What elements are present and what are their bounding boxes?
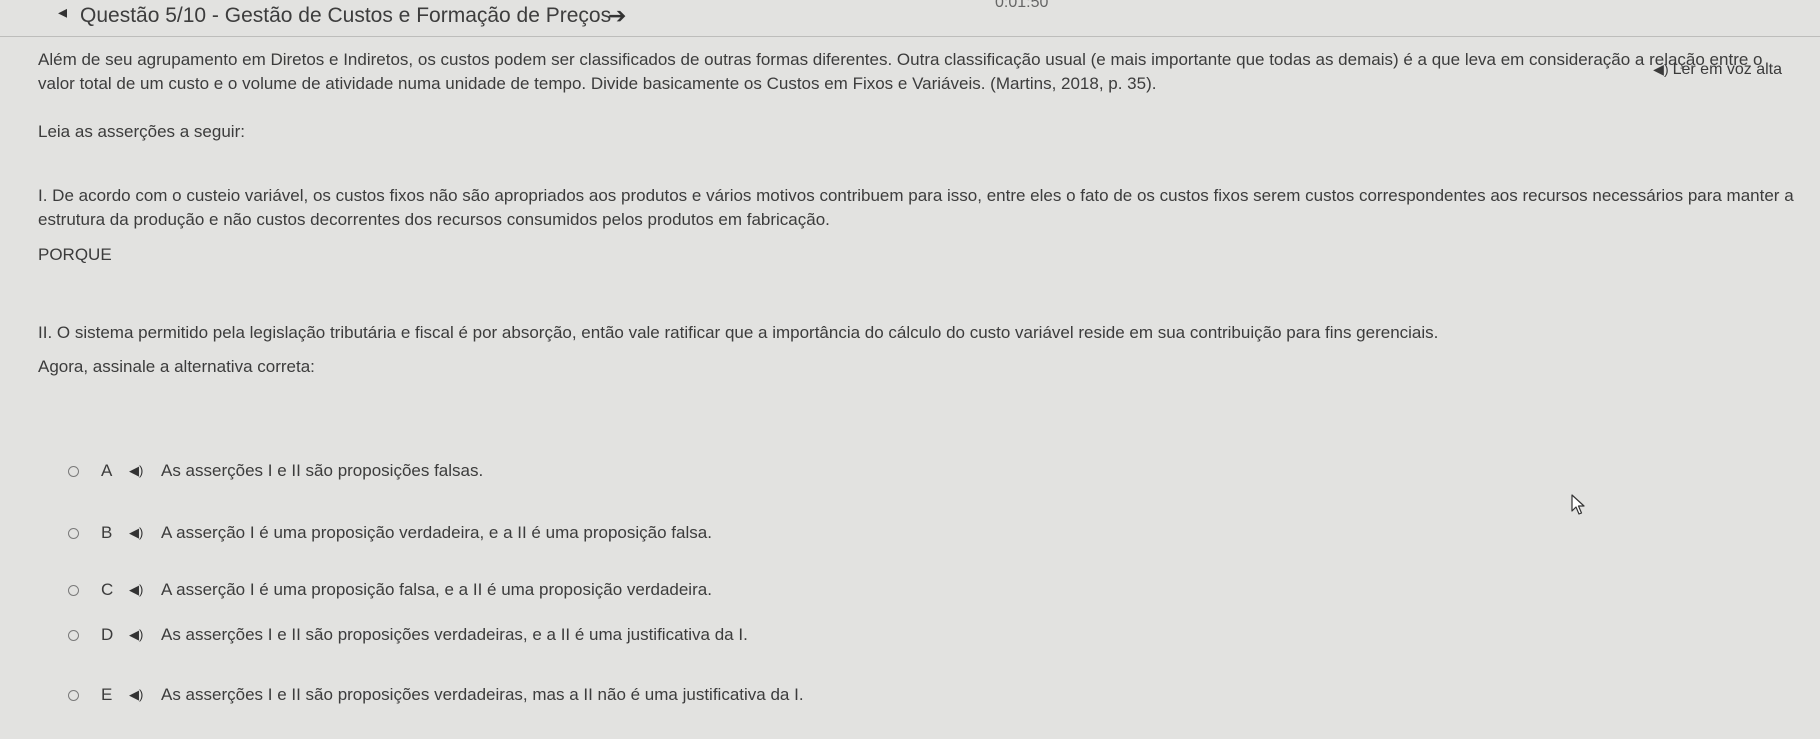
option-b-letter: B <box>101 523 113 542</box>
instruction-text: Leia as asserções a seguir: <box>38 122 245 141</box>
option-c[interactable]: C ◀) A asserção I é uma proposição falsa… <box>68 578 712 602</box>
next-question-arrow-icon[interactable]: ➔ <box>608 3 626 29</box>
timer: 0:01:50 <box>995 0 1049 11</box>
assertion-ii-text: II. O sistema permitido pela legislação … <box>38 323 1439 342</box>
option-a[interactable]: A ◀) As asserções I e II são proposições… <box>68 459 483 483</box>
option-a-text: As asserções I e II são proposições fals… <box>161 461 484 480</box>
option-b-text: A asserção I é uma proposição verdadeira… <box>161 523 712 542</box>
back-arrow-icon[interactable]: ◂ <box>58 2 67 23</box>
question-intro-text: Além de seu agrupamento em Diretos e Ind… <box>38 50 1763 93</box>
option-b-speaker-icon[interactable]: ◀) <box>129 525 155 541</box>
option-d[interactable]: D ◀) As asserções I e II são proposições… <box>68 623 748 647</box>
option-a-radio[interactable] <box>68 465 79 477</box>
option-c-speaker-icon[interactable]: ◀) <box>129 582 155 598</box>
mouse-pointer-icon <box>1571 494 1585 515</box>
option-c-radio[interactable] <box>68 584 79 596</box>
option-e-text: As asserções I e II são proposições verd… <box>161 685 804 704</box>
option-e-radio[interactable] <box>68 689 79 701</box>
prompt-text: Agora, assinale a alternativa correta: <box>38 357 315 376</box>
option-d-radio[interactable] <box>68 629 79 641</box>
option-c-text: A asserção I é uma proposição falsa, e a… <box>161 580 712 599</box>
assertion-i-text: I. De acordo com o custeio variável, os … <box>38 186 1794 229</box>
option-e-letter: E <box>101 685 113 704</box>
option-c-letter: C <box>101 580 114 599</box>
option-a-letter: A <box>101 461 113 480</box>
question-title: Questão 5/10 - Gestão de Custos e Formaç… <box>80 4 612 27</box>
option-e-speaker-icon[interactable]: ◀) <box>129 687 155 703</box>
option-d-text: As asserções I e II são proposições verd… <box>161 625 748 644</box>
porque-text: PORQUE <box>38 245 112 264</box>
question-header: ◂ Questão 5/10 - Gestão de Custos e Form… <box>0 0 1820 37</box>
option-b[interactable]: B ◀) A asserção I é uma proposição verda… <box>68 521 712 545</box>
option-d-speaker-icon[interactable]: ◀) <box>129 627 155 643</box>
option-d-letter: D <box>101 625 114 644</box>
option-e[interactable]: E ◀) As asserções I e II são proposições… <box>68 683 804 707</box>
option-a-speaker-icon[interactable]: ◀) <box>129 463 155 479</box>
option-b-radio[interactable] <box>68 527 79 539</box>
